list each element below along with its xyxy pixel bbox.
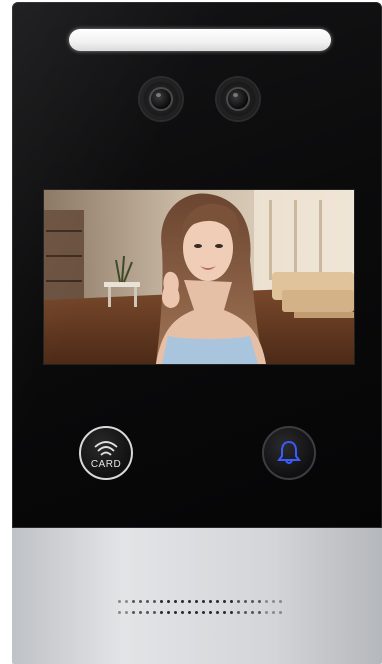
bell-icon (277, 440, 301, 464)
call-button[interactable] (262, 426, 316, 480)
glass-front-panel: CARD (12, 2, 382, 528)
speaker-grille (116, 600, 284, 622)
ir-light-bar (69, 29, 331, 51)
card-label: CARD (90, 459, 122, 470)
video-feed-image (44, 190, 354, 364)
card-reader-button[interactable]: CARD (79, 426, 133, 480)
video-screen (44, 190, 354, 364)
video-doorbell-panel: CARD (12, 2, 382, 664)
camera-lens-icon (217, 78, 259, 120)
rfid-card-icon (94, 441, 118, 456)
camera-lens-icon (140, 78, 182, 120)
